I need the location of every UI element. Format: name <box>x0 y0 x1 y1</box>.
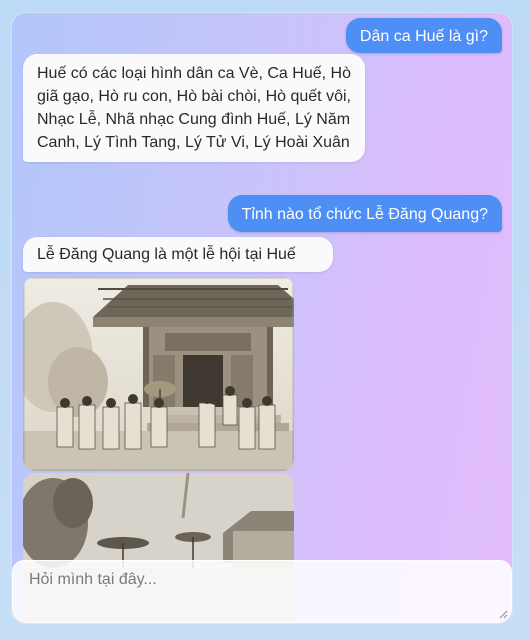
bot-message: Lễ Đăng Quang là một lễ hội tại Huế <box>23 237 333 272</box>
bot-message: Huế có các loại hình dân ca Vè, Ca Huế, … <box>23 54 365 162</box>
app-frame: Dân ca Huế là gì? Huế có các loại hình d… <box>0 0 530 640</box>
chat-input[interactable] <box>13 561 511 622</box>
user-message: Dân ca Huế là gì? <box>345 18 502 53</box>
historical-photo-royal-ceremony[interactable] <box>23 277 294 471</box>
message-list[interactable]: Dân ca Huế là gì? Huế có các loại hình d… <box>12 13 512 623</box>
photo-royal-ceremony-image <box>23 277 294 471</box>
resize-handle-icon[interactable] <box>498 609 508 619</box>
chat-input-bar <box>12 560 512 623</box>
chat-panel: Dân ca Huế là gì? Huế có các loại hình d… <box>12 13 512 623</box>
user-message: Tỉnh nào tổ chức Lễ Đăng Quang? <box>227 195 502 232</box>
